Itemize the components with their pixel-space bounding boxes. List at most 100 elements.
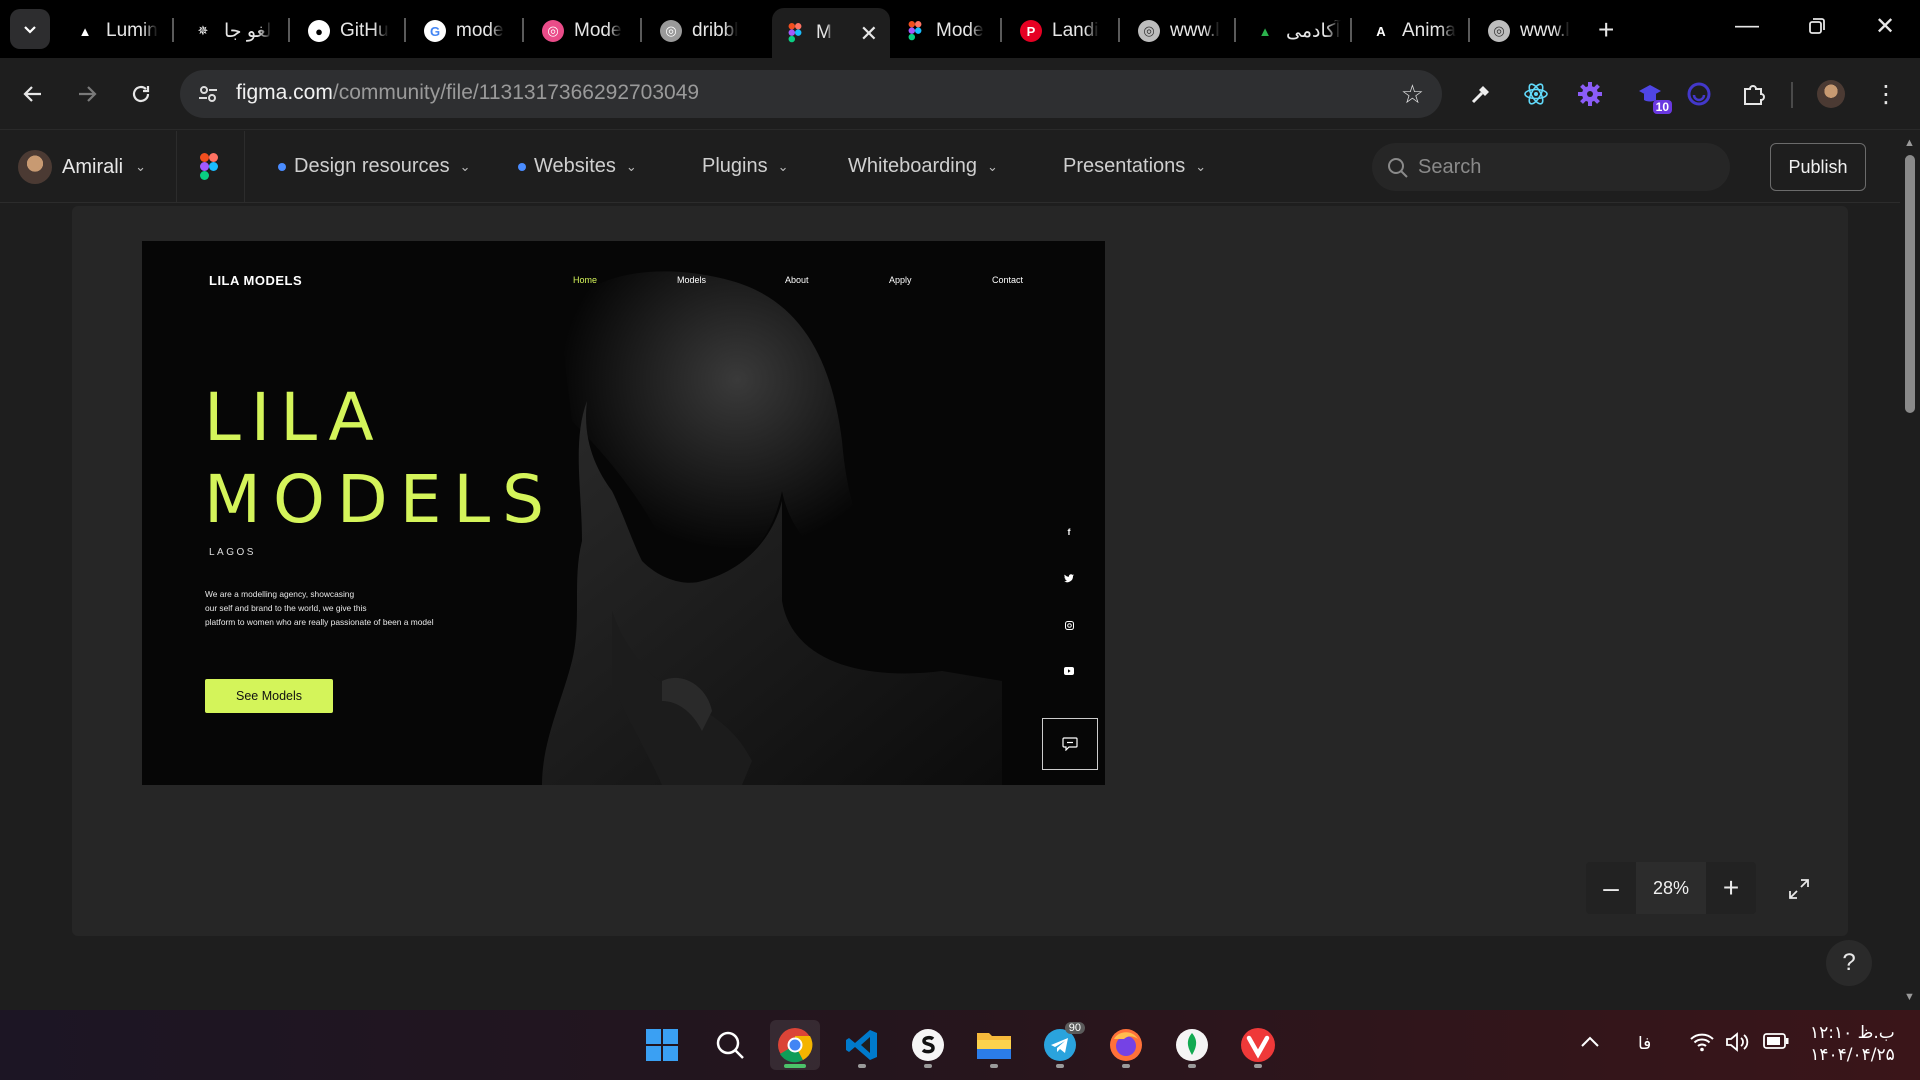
twitter-icon[interactable] [1062, 571, 1076, 585]
browser-tab[interactable]: ▲ آکادمی [1242, 12, 1342, 50]
triangle-icon: ▲ [74, 20, 96, 42]
nav-dot [518, 162, 526, 171]
browser-tab[interactable]: M ✕ [772, 8, 890, 58]
openai-icon: ✵ [192, 20, 214, 42]
tab-separator [1350, 18, 1352, 42]
volume-icon[interactable] [1725, 1032, 1751, 1058]
bookmark-star-icon[interactable]: ☆ [1401, 79, 1424, 110]
nav-design-resources[interactable]: Design resources ⌄ [278, 155, 471, 178]
browser-tab[interactable]: ◎ dribbl [648, 12, 748, 50]
reload-button[interactable] [123, 76, 159, 112]
nav-label: Design resources [294, 155, 450, 177]
file-explorer-icon[interactable] [969, 1020, 1019, 1070]
design-menu-home[interactable]: Home [573, 275, 597, 285]
site-settings-icon[interactable] [194, 80, 222, 108]
scroll-up-arrow-icon[interactable]: ▲ [1904, 137, 1915, 149]
tab-separator [522, 18, 524, 42]
chevron-down-icon: ⌄ [625, 158, 637, 174]
help-button[interactable]: ? [1826, 940, 1872, 986]
react-devtools-extension-icon[interactable] [1518, 76, 1554, 112]
nav-websites[interactable]: Websites ⌄ [518, 155, 637, 178]
close-window-button[interactable]: ✕ [1865, 12, 1905, 41]
close-tab-icon[interactable]: ✕ [860, 21, 878, 47]
circle-extension-icon[interactable] [1681, 76, 1717, 112]
back-button[interactable] [15, 76, 51, 112]
minimize-button[interactable]: — [1727, 12, 1767, 40]
browser-tab[interactable]: Mode [892, 12, 992, 50]
restore-button[interactable] [1797, 14, 1837, 42]
description-line: platform to women who are really passion… [205, 617, 434, 627]
nav-whiteboarding[interactable]: Whiteboarding ⌄ [848, 155, 998, 178]
taskbar-search-icon[interactable] [705, 1020, 755, 1070]
gear-extension-icon[interactable] [1572, 76, 1608, 112]
tray-overflow-chevron-icon[interactable] [1580, 1032, 1600, 1055]
nav-label: Whiteboarding [848, 155, 977, 177]
tab-separator [288, 18, 290, 42]
tab-separator [1000, 18, 1002, 42]
new-tab-button[interactable]: + [1598, 14, 1614, 46]
app-s-icon[interactable] [903, 1020, 953, 1070]
tab-title: لغو جا [224, 20, 272, 42]
design-menu-about[interactable]: About [785, 275, 809, 285]
figma-icon [904, 20, 926, 42]
battery-icon[interactable] [1763, 1032, 1789, 1055]
browser-tab[interactable]: A Anima [1358, 12, 1458, 50]
extensions-puzzle-icon[interactable] [1735, 76, 1771, 112]
user-menu[interactable]: Amirali ⌄ [18, 150, 146, 184]
design-menu-models[interactable]: Models [677, 275, 706, 285]
chrome-icon[interactable] [770, 1020, 820, 1070]
windows-start-icon[interactable] [637, 1020, 687, 1070]
chevron-down-icon: ⌄ [135, 159, 147, 174]
mongodb-icon[interactable] [1167, 1020, 1217, 1070]
dribbble-icon: ◎ [542, 20, 564, 42]
forward-button[interactable] [69, 76, 105, 112]
nav-label: Presentations [1063, 155, 1186, 177]
search-input[interactable] [1418, 143, 1708, 191]
browser-tab[interactable]: ▲ Lumin [62, 12, 162, 50]
vscode-icon[interactable] [837, 1020, 887, 1070]
nav-label: Plugins [702, 155, 768, 177]
input-language[interactable]: فا [1638, 1034, 1651, 1054]
design-menu-apply[interactable]: Apply [889, 275, 912, 285]
telegram-icon[interactable]: 90 [1035, 1020, 1085, 1070]
scroll-down-arrow-icon[interactable]: ▼ [1904, 991, 1915, 1003]
see-models-button[interactable]: See Models [205, 679, 333, 713]
browser-tab[interactable]: ✵ لغو جا [180, 12, 280, 50]
vivaldi-icon[interactable] [1233, 1020, 1283, 1070]
instagram-icon[interactable] [1062, 618, 1076, 632]
youtube-icon[interactable] [1062, 664, 1076, 678]
profile-avatar[interactable] [1813, 76, 1849, 112]
firefox-icon[interactable] [1101, 1020, 1151, 1070]
tab-title: GitHu [340, 20, 389, 41]
clock-time: ۱۲:۱۰ ب.ظ [1810, 1023, 1895, 1043]
taskbar-clock[interactable]: ۱۲:۱۰ ب.ظ ۱۴۰۴/۰۴/۲۵ [1810, 1022, 1895, 1066]
hat-extension-icon[interactable]: 10 [1632, 76, 1672, 114]
page-scrollbar[interactable]: ▲ ▼ [1900, 131, 1920, 1010]
color-picker-extension-icon[interactable] [1463, 76, 1499, 112]
publish-button[interactable]: Publish [1770, 143, 1866, 191]
browser-tab[interactable]: ◎ www.l [1476, 12, 1576, 50]
design-frame-lila-models[interactable]: LILA MODELS Home Models About Apply Contact … [142, 241, 1105, 785]
design-brand-logo[interactable]: LILA MODELS [209, 273, 302, 288]
browser-tab[interactable]: P Landi [1008, 12, 1108, 50]
nav-plugins[interactable]: Plugins ⌄ [702, 155, 789, 178]
zoom-in-button[interactable]: + [1706, 862, 1756, 914]
browser-menu-icon[interactable]: ⋮ [1868, 76, 1904, 112]
zoom-out-button[interactable]: – [1586, 862, 1636, 914]
facebook-icon[interactable]: f [1062, 525, 1076, 539]
figma-logo-icon[interactable] [200, 153, 218, 181]
browser-tab[interactable]: Gmode [412, 12, 512, 50]
community-search[interactable] [1372, 143, 1730, 191]
globe-icon: ◎ [1488, 20, 1510, 42]
browser-tab[interactable]: ◎ www.l [1126, 12, 1226, 50]
scrollbar-thumb[interactable] [1905, 155, 1915, 413]
design-menu-contact[interactable]: Contact [992, 275, 1023, 285]
chat-button[interactable] [1042, 718, 1098, 770]
browser-tab[interactable]: ● GitHu [296, 12, 396, 50]
browser-tab[interactable]: ◎ Mode [530, 12, 630, 50]
tab-search-button[interactable] [10, 9, 50, 49]
wifi-icon[interactable] [1690, 1032, 1714, 1058]
fullscreen-button[interactable] [1782, 872, 1816, 906]
address-bar[interactable]: figma.com/community/file/113131736629270… [180, 70, 1442, 118]
nav-presentations[interactable]: Presentations ⌄ [1063, 155, 1206, 178]
